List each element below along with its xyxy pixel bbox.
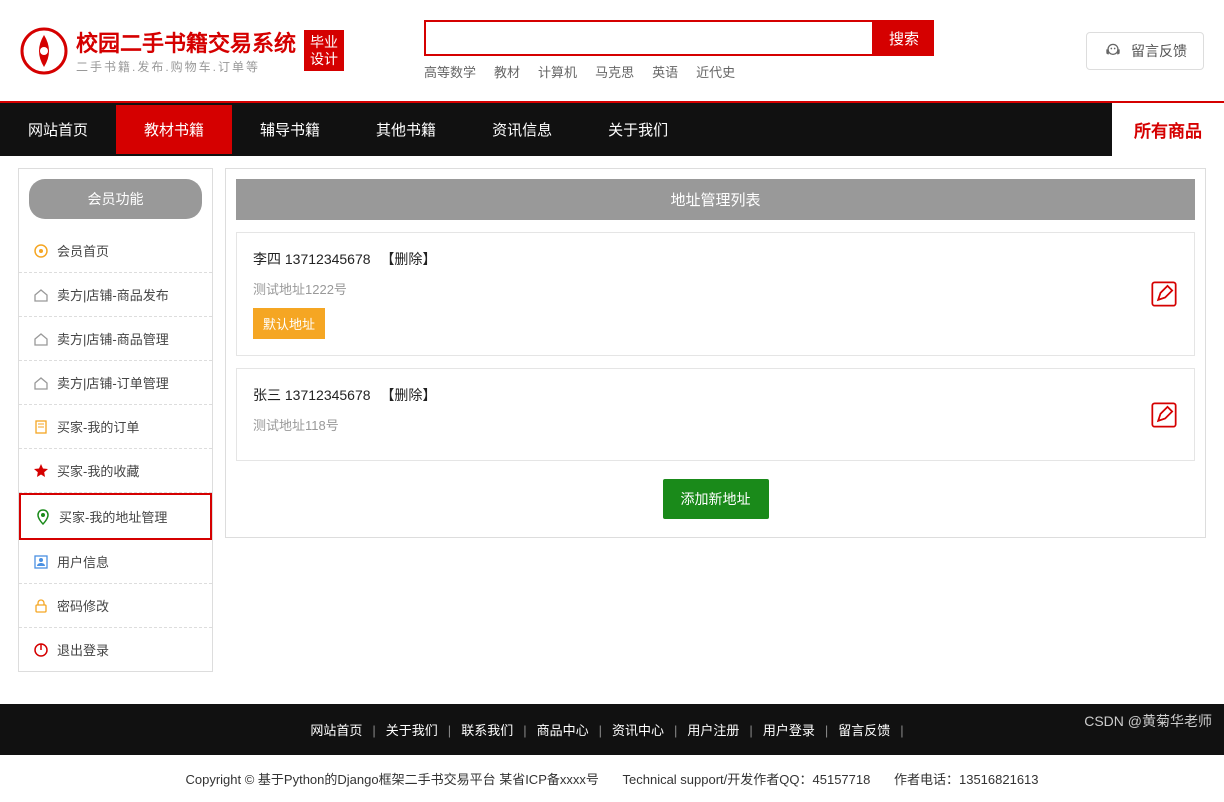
nav-item[interactable]: 资讯信息 [464,105,580,154]
sidebar-item[interactable]: 卖方|店铺-商品发布 [19,273,212,317]
sidebar-item-label: 用户信息 [57,552,109,571]
sidebar-item-label: 卖方|店铺-商品管理 [57,329,169,348]
sidebar-header: 会员功能 [29,179,202,219]
footer-link[interactable]: 用户注册 [687,723,739,738]
footer-link[interactable]: 联系我们 [461,723,513,738]
sidebar-item[interactable]: 退出登录 [19,628,212,671]
content-title: 地址管理列表 [236,179,1195,220]
delete-link[interactable]: 【删除】 [380,251,436,267]
search-input[interactable] [424,20,874,56]
search-tag[interactable]: 计算机 [538,62,577,81]
house-icon [33,287,49,303]
logo-area: 校园二手书籍交易系统 二手书籍.发布.购物车.订单等 毕业 设计 [20,26,344,75]
search-tag[interactable]: 马克思 [595,62,634,81]
nav-all-products[interactable]: 所有商品 [1112,103,1224,156]
sidebar-item-label: 退出登录 [57,640,109,659]
watermark: CSDN @黄菊华老师 [1084,711,1212,731]
nav-item[interactable]: 辅导书籍 [232,105,348,154]
footer-link[interactable]: 关于我们 [386,723,438,738]
search-tag[interactable]: 英语 [652,62,678,81]
house-icon [33,331,49,347]
sidebar-item[interactable]: 用户信息 [19,540,212,584]
edit-icon[interactable] [1150,401,1178,429]
sidebar-item[interactable]: 卖方|店铺-商品管理 [19,317,212,361]
headset-icon [1103,41,1123,61]
address-name: 李四 [253,251,281,267]
footer-nav: 网站首页|关于我们|联系我们|商品中心|资讯中心|用户注册|用户登录|留言反馈| [0,704,1224,755]
search-button[interactable]: 搜索 [874,20,934,56]
address-name-row: 张三 13712345678 【删除】 [253,385,1150,405]
address-phone: 13712345678 [285,251,371,267]
footer-link[interactable]: 资讯中心 [612,723,664,738]
nav-item[interactable]: 网站首页 [0,105,116,154]
nav-item[interactable]: 教材书籍 [116,105,232,154]
sidebar-item[interactable]: 密码修改 [19,584,212,628]
default-badge: 默认地址 [253,308,325,339]
sidebar-item[interactable]: 买家-我的订单 [19,405,212,449]
address-name: 张三 [253,387,281,403]
power-icon [33,642,49,658]
nav-bar: 网站首页教材书籍辅导书籍其他书籍资讯信息关于我们 所有商品 [0,101,1224,156]
logo-icon [20,27,68,75]
search-tags: 高等数学教材计算机马克思英语近代史 [424,62,1066,81]
add-address-button[interactable]: 添加新地址 [663,479,769,519]
lock-icon [33,598,49,614]
sidebar-item-label: 买家-我的收藏 [57,461,139,480]
location-icon [35,509,51,525]
house-icon [33,375,49,391]
address-list: 李四 13712345678 【删除】 测试地址1222号默认地址 张三 137… [236,232,1195,461]
feedback-button[interactable]: 留言反馈 [1086,32,1204,70]
address-detail: 测试地址118号 [253,415,1150,434]
logo-subtitle: 二手书籍.发布.购物车.订单等 [76,58,296,75]
logo-badge: 毕业 设计 [304,30,344,72]
nav-item[interactable]: 关于我们 [580,105,696,154]
footer-link[interactable]: 网站首页 [310,723,362,738]
user-doc-icon [33,554,49,570]
address-card: 张三 13712345678 【删除】 测试地址118号 [236,368,1195,461]
nav-item[interactable]: 其他书籍 [348,105,464,154]
logo-title: 校园二手书籍交易系统 [76,26,296,58]
sidebar-item-label: 买家-我的地址管理 [59,507,167,526]
address-card: 李四 13712345678 【删除】 测试地址1222号默认地址 [236,232,1195,356]
search-tag[interactable]: 高等数学 [424,62,476,81]
footer-link[interactable]: 用户登录 [763,723,815,738]
sidebar-items: 会员首页卖方|店铺-商品发布卖方|店铺-商品管理卖方|店铺-订单管理买家-我的订… [19,229,212,671]
document-icon [33,419,49,435]
home-gear-icon [33,243,49,259]
sidebar-item[interactable]: 会员首页 [19,229,212,273]
footer-link[interactable]: 商品中心 [537,723,589,738]
footer-info: Copyright © 基于Python的Django框架二手书交易平台 某省I… [0,755,1224,802]
star-icon [33,463,49,479]
address-detail: 测试地址1222号 [253,279,1150,298]
edit-icon[interactable] [1150,280,1178,308]
search-tag[interactable]: 教材 [494,62,520,81]
search-tag[interactable]: 近代史 [696,62,735,81]
sidebar-item[interactable]: 买家-我的收藏 [19,449,212,493]
sidebar-item[interactable]: 卖方|店铺-订单管理 [19,361,212,405]
sidebar-item-label: 会员首页 [57,241,109,260]
sidebar-item-label: 买家-我的订单 [57,417,139,436]
footer-link[interactable]: 留言反馈 [838,723,890,738]
content-area: 地址管理列表 李四 13712345678 【删除】 测试地址1222号默认地址… [225,168,1206,538]
sidebar-item-label: 卖方|店铺-订单管理 [57,373,169,392]
sidebar-item[interactable]: 买家-我的地址管理 [19,493,212,540]
delete-link[interactable]: 【删除】 [380,387,436,403]
sidebar-item-label: 密码修改 [57,596,109,615]
sidebar-item-label: 卖方|店铺-商品发布 [57,285,169,304]
sidebar: 会员功能 会员首页卖方|店铺-商品发布卖方|店铺-商品管理卖方|店铺-订单管理买… [18,168,213,672]
address-name-row: 李四 13712345678 【删除】 [253,249,1150,269]
address-phone: 13712345678 [285,387,371,403]
